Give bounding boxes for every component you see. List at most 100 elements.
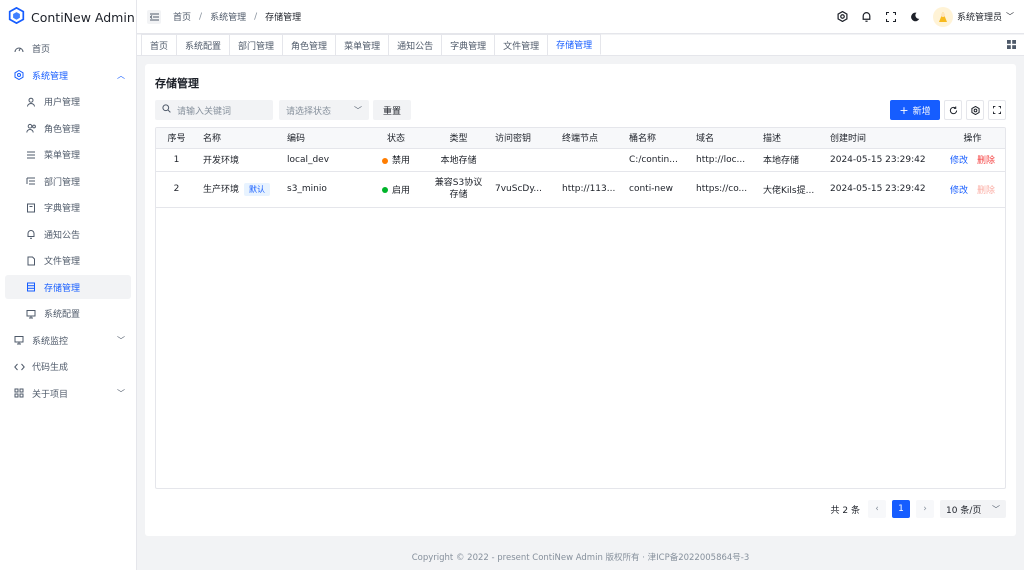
tab-notice[interactable]: 通知公告 [389, 34, 443, 55]
apps-icon[interactable] [1007, 40, 1016, 52]
sidebar-item-menu[interactable]: 菜单管理 [5, 143, 131, 167]
storage-icon [24, 282, 38, 292]
chevron-right-icon: › [923, 504, 927, 514]
default-badge: 默认 [244, 183, 271, 196]
column-header: 类型 [428, 128, 489, 149]
users-icon [24, 123, 38, 133]
sidebar-item-dict[interactable]: 字典管理 [5, 196, 131, 220]
cell-access-key: 7vuScDy... [489, 171, 556, 208]
status-dot [381, 157, 388, 164]
refresh-icon [949, 105, 957, 114]
cell-name: 开发环境 [197, 148, 281, 172]
breadcrumb-current: 存储管理 [265, 13, 302, 23]
cell-actions: 修改 删除 [938, 148, 1005, 172]
menu-collapse-button[interactable] [147, 9, 161, 24]
sidebar-item-config[interactable]: 系统配置 [5, 302, 131, 326]
search-input[interactable]: 请输入关键词 [155, 100, 273, 120]
cell-index: 2 [156, 171, 197, 208]
column-header: 状态 [364, 128, 428, 149]
chevron-down-icon: ﹀ [117, 335, 125, 345]
table-row[interactable]: 1 开发环境 local_dev 禁用 本地存储 C:/contin... ht… [156, 148, 1005, 172]
gear-icon [12, 70, 26, 80]
tab-system-config[interactable]: 系统配置 [177, 34, 231, 55]
cell-created: 2024-05-15 23:29:42 [824, 171, 938, 208]
file-icon [24, 256, 38, 266]
cell-domain: http://loc... [690, 148, 757, 172]
refresh-button[interactable] [944, 100, 962, 120]
apps-icon [12, 388, 26, 398]
chevron-up-icon: ︿ [117, 70, 125, 80]
column-header: 编码 [281, 128, 364, 149]
app-logo[interactable]: ContiNew Admin [0, 0, 136, 34]
cell-type: 兼容S3协议存储 [428, 171, 489, 208]
chevron-left-icon: ‹ [875, 504, 879, 514]
list-icon [24, 176, 38, 186]
delete-link[interactable]: 删除 [977, 156, 995, 166]
column-header: 桶名称 [623, 128, 690, 149]
edit-link[interactable]: 修改 [950, 186, 968, 196]
sidebar-item-dept[interactable]: 部门管理 [5, 169, 131, 193]
cell-bucket: C:/contin... [623, 148, 690, 172]
bell-icon[interactable] [861, 11, 873, 23]
cell-domain: https://co... [690, 171, 757, 208]
bell-icon [24, 229, 38, 239]
cell-description: 本地存储 [757, 148, 824, 172]
page-button[interactable]: 1 [892, 500, 910, 518]
cell-code: local_dev [281, 148, 364, 172]
sidebar-item-role[interactable]: 角色管理 [5, 116, 131, 140]
prev-page-button[interactable]: ‹ [868, 500, 886, 518]
column-settings-button[interactable] [966, 100, 984, 120]
cell-endpoint [556, 148, 623, 172]
fullscreen-button[interactable] [988, 100, 1006, 120]
sidebar-item-home[interactable]: 首页 [5, 37, 131, 61]
breadcrumb-system[interactable]: 系统管理 [210, 10, 246, 23]
chevron-down-icon: ﹀ [117, 388, 125, 398]
tab-home[interactable]: 首页 [141, 34, 178, 55]
tab-role[interactable]: 角色管理 [283, 34, 337, 55]
sidebar-item-codegen[interactable]: 代码生成 [5, 355, 131, 379]
status-select[interactable]: 请选择状态 ﹀ [279, 100, 369, 120]
page-size-select[interactable]: 10 条/页 ﹀ [940, 500, 1006, 518]
sidebar-item-user[interactable]: 用户管理 [5, 90, 131, 114]
cell-description: 大佬Kils提... [757, 171, 824, 208]
tab-dict[interactable]: 字典管理 [442, 34, 496, 55]
add-button[interactable]: + 新增 [890, 100, 940, 120]
fullscreen-icon [993, 106, 1001, 114]
next-page-button[interactable]: › [916, 500, 934, 518]
cell-code: s3_minio [281, 171, 364, 208]
breadcrumb-home[interactable]: 首页 [173, 10, 191, 23]
tab-storage[interactable]: 存储管理 [548, 34, 602, 55]
reset-button[interactable]: 重置 [373, 100, 412, 120]
cell-access-key [489, 148, 556, 172]
sidebar-item-storage[interactable]: 存储管理 [5, 275, 131, 299]
menu-icon [24, 150, 38, 160]
chevron-down-icon: ﹀ [1006, 12, 1014, 21]
cell-type: 本地存储 [428, 148, 489, 172]
sidebar-item-system[interactable]: 系统管理 ︿ [5, 63, 131, 87]
edit-link[interactable]: 修改 [950, 156, 968, 166]
sidebar-item-about[interactable]: 关于项目 ﹀ [5, 381, 131, 405]
tab-bar: 首页 系统配置 部门管理 角色管理 菜单管理 通知公告 字典管理 文件管理 存储… [137, 34, 1024, 56]
sidebar-item-monitor[interactable]: 系统监控 ﹀ [5, 328, 131, 352]
settings-icon[interactable] [837, 11, 849, 23]
tab-dept[interactable]: 部门管理 [230, 34, 284, 55]
fullscreen-icon[interactable] [885, 11, 897, 23]
monitor-icon [24, 309, 38, 319]
sidebar-item-notice[interactable]: 通知公告 [5, 222, 131, 246]
cell-endpoint: http://113... [556, 171, 623, 208]
cell-status: 禁用 [364, 148, 428, 172]
column-header: 序号 [156, 128, 197, 149]
tab-file[interactable]: 文件管理 [495, 34, 549, 55]
plus-icon: + [899, 103, 909, 117]
moon-icon[interactable] [909, 11, 921, 23]
breadcrumb: 首页 / 系统管理 / 存储管理 [173, 10, 302, 24]
pagination: 共 2 条 ‹ 1 › 10 条/页 ﹀ [831, 500, 1006, 518]
column-header: 描述 [757, 128, 824, 149]
sidebar-item-file[interactable]: 文件管理 [5, 249, 131, 273]
column-header: 终端节点 [556, 128, 623, 149]
table-row[interactable]: 2 生产环境 默认 s3_minio 启用 兼容S3协议存储 7vuScDy...… [156, 171, 1005, 208]
tab-menu[interactable]: 菜单管理 [336, 34, 390, 55]
user-menu[interactable]: 系统管理员 ﹀ [932, 6, 1014, 27]
storage-card: 存储管理 请输入关键词 请选择状态 ﹀ 重置 + 新增 序号 名称 编码 状态 … [145, 64, 1016, 536]
avatar [932, 6, 953, 27]
